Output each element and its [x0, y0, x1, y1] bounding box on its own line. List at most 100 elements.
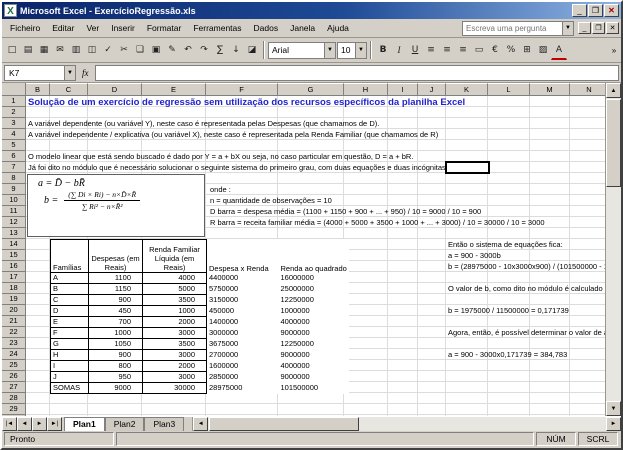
- row-header-7[interactable]: 7: [2, 162, 26, 173]
- maximize-button[interactable]: ❐: [588, 4, 603, 17]
- font-size-select[interactable]: 10 ▼: [337, 42, 367, 59]
- table-cell[interactable]: 5000: [143, 284, 207, 295]
- row-header-25[interactable]: 25: [2, 360, 26, 371]
- new-file-icon[interactable]: □: [4, 41, 20, 60]
- column-header-C[interactable]: C: [50, 83, 88, 96]
- paste-icon[interactable]: ▣: [148, 41, 164, 60]
- cut-icon[interactable]: ✂: [116, 41, 132, 60]
- column-header-N[interactable]: N: [570, 83, 605, 96]
- table-cell[interactable]: B: [51, 284, 89, 295]
- autosum-icon[interactable]: ∑: [212, 41, 228, 60]
- italic-button[interactable]: I: [391, 41, 407, 60]
- table-cell[interactable]: 3000: [143, 328, 207, 339]
- menu-inserir[interactable]: Inserir: [105, 20, 141, 36]
- row-header-24[interactable]: 24: [2, 349, 26, 360]
- table-cell[interactable]: J: [51, 372, 89, 383]
- menu-ficheiro[interactable]: Ficheiro: [4, 20, 46, 36]
- row-header-20[interactable]: 20: [2, 305, 26, 316]
- row-header-3[interactable]: 3: [2, 118, 26, 129]
- row-header-4[interactable]: 4: [2, 129, 26, 140]
- table-cell[interactable]: D: [51, 306, 89, 317]
- chart-wizard-icon[interactable]: ◪: [244, 41, 260, 60]
- redo-icon[interactable]: ↷: [196, 41, 212, 60]
- row-header-23[interactable]: 23: [2, 338, 26, 349]
- table-cell[interactable]: 3675000: [207, 339, 279, 350]
- scroll-down-icon[interactable]: ▼: [606, 401, 621, 416]
- row-header-12[interactable]: 12: [2, 217, 26, 228]
- horizontal-scroll-track[interactable]: [360, 417, 606, 431]
- table-cell[interactable]: 3000: [143, 372, 207, 383]
- column-header-I[interactable]: I: [388, 83, 418, 96]
- table-cell[interactable]: 450: [89, 306, 143, 317]
- font-color-icon[interactable]: A: [551, 41, 567, 60]
- row-header-6[interactable]: 6: [2, 151, 26, 162]
- table-cell[interactable]: 3150000: [207, 295, 279, 306]
- name-box[interactable]: K7 ▼: [4, 65, 76, 81]
- row-header-2[interactable]: 2: [2, 107, 26, 118]
- table-cell[interactable]: 1000000: [279, 306, 349, 317]
- workbook-minimize-button[interactable]: _: [578, 22, 591, 34]
- menu-dados[interactable]: Dados: [248, 20, 285, 36]
- table-cell[interactable]: 2850000: [207, 372, 279, 383]
- table-cell[interactable]: A: [51, 273, 89, 284]
- menu-ferramentas[interactable]: Ferramentas: [187, 20, 247, 36]
- spelling-icon[interactable]: ✓: [100, 41, 116, 60]
- table-cell[interactable]: 12250000: [279, 339, 349, 350]
- tab-next-icon[interactable]: ►: [32, 417, 47, 431]
- row-header-9[interactable]: 9: [2, 184, 26, 195]
- tab-prev-icon[interactable]: ◄: [17, 417, 32, 431]
- percent-icon[interactable]: %: [503, 41, 519, 60]
- table-cell[interactable]: 3000000: [207, 328, 279, 339]
- table-cell[interactable]: 1000: [143, 306, 207, 317]
- title-bar[interactable]: X Microsoft Excel - ExercícioRegressão.x…: [2, 2, 621, 19]
- table-cell[interactable]: 450000: [207, 306, 279, 317]
- row-header-15[interactable]: 15: [2, 250, 26, 261]
- table-cell[interactable]: 4000: [143, 273, 207, 284]
- row-header-22[interactable]: 22: [2, 327, 26, 338]
- align-right-icon[interactable]: ≡: [455, 41, 471, 60]
- tab-plan3[interactable]: Plan3: [144, 417, 184, 431]
- table-cell[interactable]: 4400000: [207, 273, 279, 284]
- horizontal-scroll-thumb[interactable]: [209, 417, 359, 431]
- table-cell[interactable]: F: [51, 328, 89, 339]
- table-cell[interactable]: 9000000: [279, 328, 349, 339]
- table-cell[interactable]: 9000: [89, 383, 143, 394]
- row-header-29[interactable]: 29: [2, 404, 26, 415]
- tab-plan2[interactable]: Plan2: [105, 417, 145, 431]
- table-cell[interactable]: 3000: [143, 350, 207, 361]
- selected-cell-K7[interactable]: [445, 161, 490, 174]
- email-icon[interactable]: ✉: [52, 41, 68, 60]
- row-header-1[interactable]: 1: [2, 96, 26, 107]
- align-center-icon[interactable]: ≡: [439, 41, 455, 60]
- copy-icon[interactable]: ❏: [132, 41, 148, 60]
- row-header-27[interactable]: 27: [2, 382, 26, 393]
- undo-icon[interactable]: ↶: [180, 41, 196, 60]
- menu-ajuda[interactable]: Ajuda: [321, 20, 355, 36]
- column-header-F[interactable]: F: [206, 83, 278, 96]
- print-preview-icon[interactable]: ◫: [84, 41, 100, 60]
- horizontal-scrollbar[interactable]: ◄ ►: [192, 417, 621, 431]
- scroll-right-icon[interactable]: ►: [606, 417, 621, 431]
- column-header-K[interactable]: K: [446, 83, 488, 96]
- table-cell[interactable]: 700: [89, 317, 143, 328]
- table-cell[interactable]: SOMAS: [51, 383, 89, 394]
- font-name-select[interactable]: Arial ▼: [268, 42, 336, 59]
- row-header-5[interactable]: 5: [2, 140, 26, 151]
- fill-color-icon[interactable]: ▨: [535, 41, 551, 60]
- table-cell[interactable]: 1600000: [207, 361, 279, 372]
- minimize-button[interactable]: _: [572, 4, 587, 17]
- menu-janela[interactable]: Janela: [284, 20, 321, 36]
- row-header-17[interactable]: 17: [2, 272, 26, 283]
- scroll-up-icon[interactable]: ▲: [606, 83, 621, 98]
- scroll-left-icon[interactable]: ◄: [193, 417, 208, 431]
- table-cell[interactable]: 30000: [143, 383, 207, 394]
- table-cell[interactable]: C: [51, 295, 89, 306]
- table-cell[interactable]: 12250000: [279, 295, 349, 306]
- row-header-16[interactable]: 16: [2, 261, 26, 272]
- chevron-down-icon[interactable]: ▼: [562, 22, 573, 35]
- underline-button[interactable]: U: [407, 41, 423, 60]
- formula-input[interactable]: [95, 65, 620, 81]
- table-cell[interactable]: 1000: [89, 328, 143, 339]
- align-left-icon[interactable]: ≡: [423, 41, 439, 60]
- tab-plan1[interactable]: Plan1: [64, 417, 105, 431]
